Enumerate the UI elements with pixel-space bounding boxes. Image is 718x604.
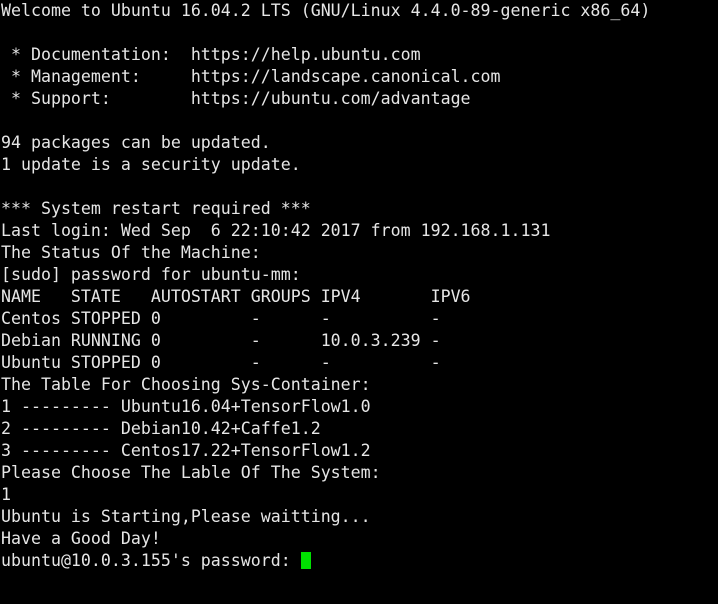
terminal-line: Last login: Wed Sep 6 22:10:42 2017 from… [1,221,551,240]
terminal-output: Welcome to Ubuntu 16.04.2 LTS (GNU/Linux… [1,0,718,550]
terminal-line: 1 [1,485,11,504]
password-prompt-line: ubuntu@10.0.3.155's password: [1,550,718,572]
terminal-line: Debian RUNNING 0 - 10.0.3.239 - [1,331,441,350]
terminal-line: NAME STATE AUTOSTART GROUPS IPV4 IPV6 [1,287,471,306]
terminal-line: 1 --------- Ubuntu16.04+TensorFlow1.0 [1,397,371,416]
terminal-line: Have a Good Day! [1,529,161,548]
terminal-line: The Status Of the Machine: [1,243,261,262]
terminal-line: * Management: https://landscape.canonica… [1,67,501,86]
terminal-line: 94 packages can be updated. [1,133,271,152]
terminal-line: [sudo] password for ubuntu-mm: [1,265,301,284]
terminal-line: The Table For Choosing Sys-Container: [1,375,371,394]
terminal-line: 1 update is a security update. [1,155,301,174]
terminal-line: Ubuntu is Starting,Please waitting... [1,507,371,526]
terminal-line: Welcome to Ubuntu 16.04.2 LTS (GNU/Linux… [1,1,651,20]
text-cursor [300,552,311,569]
terminal-window[interactable]: Welcome to Ubuntu 16.04.2 LTS (GNU/Linux… [0,0,718,604]
terminal-line: 2 --------- Debian10.42+Caffe1.2 [1,419,321,438]
terminal-line: 3 --------- Centos17.22+TensorFlow1.2 [1,441,371,460]
terminal-line: Please Choose The Lable Of The System: [1,463,381,482]
terminal-line: Ubuntu STOPPED 0 - - - [1,353,441,372]
terminal-line: Centos STOPPED 0 - - - [1,309,441,328]
terminal-line: * Documentation: https://help.ubuntu.com [1,45,421,64]
terminal-line: * Support: https://ubuntu.com/advantage [1,89,471,108]
password-prompt-text: ubuntu@10.0.3.155's password: [1,551,301,570]
terminal-line: *** System restart required *** [1,199,311,218]
